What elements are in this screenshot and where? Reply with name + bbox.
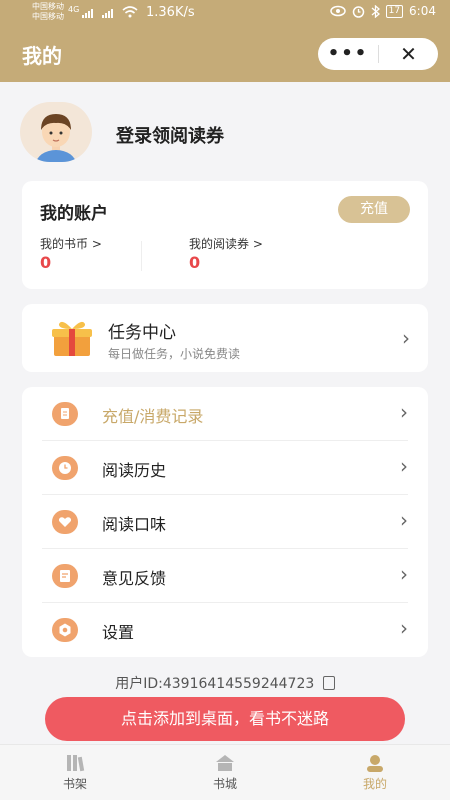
login-prompt[interactable]: 登录领阅读券 — [116, 122, 224, 148]
avatar[interactable] — [20, 102, 92, 162]
network-speed: 1.36K/s — [146, 5, 195, 20]
battery-icon: 17 — [385, 4, 404, 18]
miniapp-capsule: ••• ✕ — [318, 38, 438, 70]
profile-header[interactable]: 登录领阅读券 — [0, 82, 450, 182]
add-to-desktop-banner[interactable]: 点击添加到桌面，看书不迷路 — [45, 697, 405, 741]
user-id-text: 用户ID:43916414559244723 — [115, 676, 315, 692]
more-button[interactable]: ••• — [318, 38, 378, 70]
coins-value[interactable]: 0 — [40, 253, 51, 272]
edit-icon — [52, 564, 78, 588]
bluetooth-icon — [371, 4, 380, 18]
vouchers-value[interactable]: 0 — [189, 253, 200, 272]
eye-icon — [329, 5, 346, 17]
menu-label: 意见反馈 — [102, 569, 167, 588]
bookshelf-icon — [67, 755, 85, 772]
menu-item-reading-history[interactable]: 阅读历史 › — [42, 441, 408, 495]
menu-list: 充值/消费记录 › 阅读历史 › 阅读口味 › 意见反馈 › 设置 › — [22, 387, 428, 657]
carrier-2: 中国移动 — [32, 12, 64, 21]
user-id-row: 用户ID:43916414559244723 — [0, 673, 450, 693]
recharge-button[interactable]: 充值 — [338, 196, 410, 223]
menu-label: 设置 — [102, 623, 135, 642]
menu-label: 充值/消费记录 — [102, 407, 204, 426]
tab-label: 书架 — [62, 777, 87, 791]
close-button[interactable]: ✕ — [379, 38, 438, 70]
chevron-right-icon: › — [400, 454, 408, 478]
signal-icon — [82, 9, 113, 18]
page-title: 我的 — [22, 44, 62, 68]
tab-mine[interactable]: 我的 — [335, 745, 415, 800]
menu-item-reading-taste[interactable]: 阅读口味 › — [42, 495, 408, 549]
status-right: 17 6:04 — [329, 4, 436, 18]
stat-divider — [141, 241, 142, 271]
carrier-1: 中国移动 — [32, 2, 64, 11]
account-title: 我的账户 — [40, 204, 108, 224]
menu-label: 阅读历史 — [102, 461, 167, 480]
carrier-labels: 中国移动 中国移动 — [32, 2, 64, 22]
tab-bookshelf[interactable]: 书架 — [35, 745, 115, 800]
clock-icon — [52, 456, 78, 480]
chevron-right-icon: › — [400, 400, 408, 424]
chevron-right-icon: › — [400, 508, 408, 532]
chevron-right-icon: › — [400, 562, 408, 586]
alarm-icon — [352, 5, 364, 18]
tab-bar: 书架 书城 我的 — [0, 744, 450, 800]
user-icon — [367, 755, 383, 772]
clock-time: 6:04 — [409, 4, 436, 18]
wifi-icon — [122, 6, 138, 18]
task-subtitle: 每日做任务，小说免费读 — [108, 347, 241, 361]
task-title: 任务中心 — [108, 323, 176, 343]
bookstore-icon — [216, 755, 234, 771]
gift-icon — [52, 321, 92, 356]
status-bar: 中国移动 中国移动 4G 1.36K/s 17 6:04 — [0, 0, 450, 26]
copy-icon[interactable] — [322, 676, 335, 690]
heart-icon — [52, 510, 78, 534]
menu-item-settings[interactable]: 设置 › — [42, 603, 408, 657]
menu-item-recharge-records[interactable]: 充值/消费记录 › — [42, 387, 408, 441]
vouchers-label[interactable]: 我的阅读券 > — [189, 235, 263, 252]
account-card: 我的账户 充值 我的书币 > 0 我的阅读券 > 0 — [22, 181, 428, 289]
navbar: 我的 ••• ✕ — [0, 26, 450, 82]
menu-item-feedback[interactable]: 意见反馈 › — [42, 549, 408, 603]
receipt-icon — [52, 402, 78, 426]
chevron-right-icon: › — [400, 616, 408, 640]
menu-label: 阅读口味 — [102, 515, 167, 534]
tab-bookstore[interactable]: 书城 — [185, 745, 265, 800]
task-center-card[interactable]: 任务中心 每日做任务，小说免费读 › — [22, 304, 428, 372]
tab-label: 书城 — [212, 777, 237, 791]
network-type: 4G — [68, 5, 80, 14]
chevron-right-icon: › — [402, 326, 410, 350]
tab-label: 我的 — [362, 777, 387, 791]
coins-label[interactable]: 我的书币 > — [40, 235, 102, 252]
gear-icon — [52, 618, 78, 642]
